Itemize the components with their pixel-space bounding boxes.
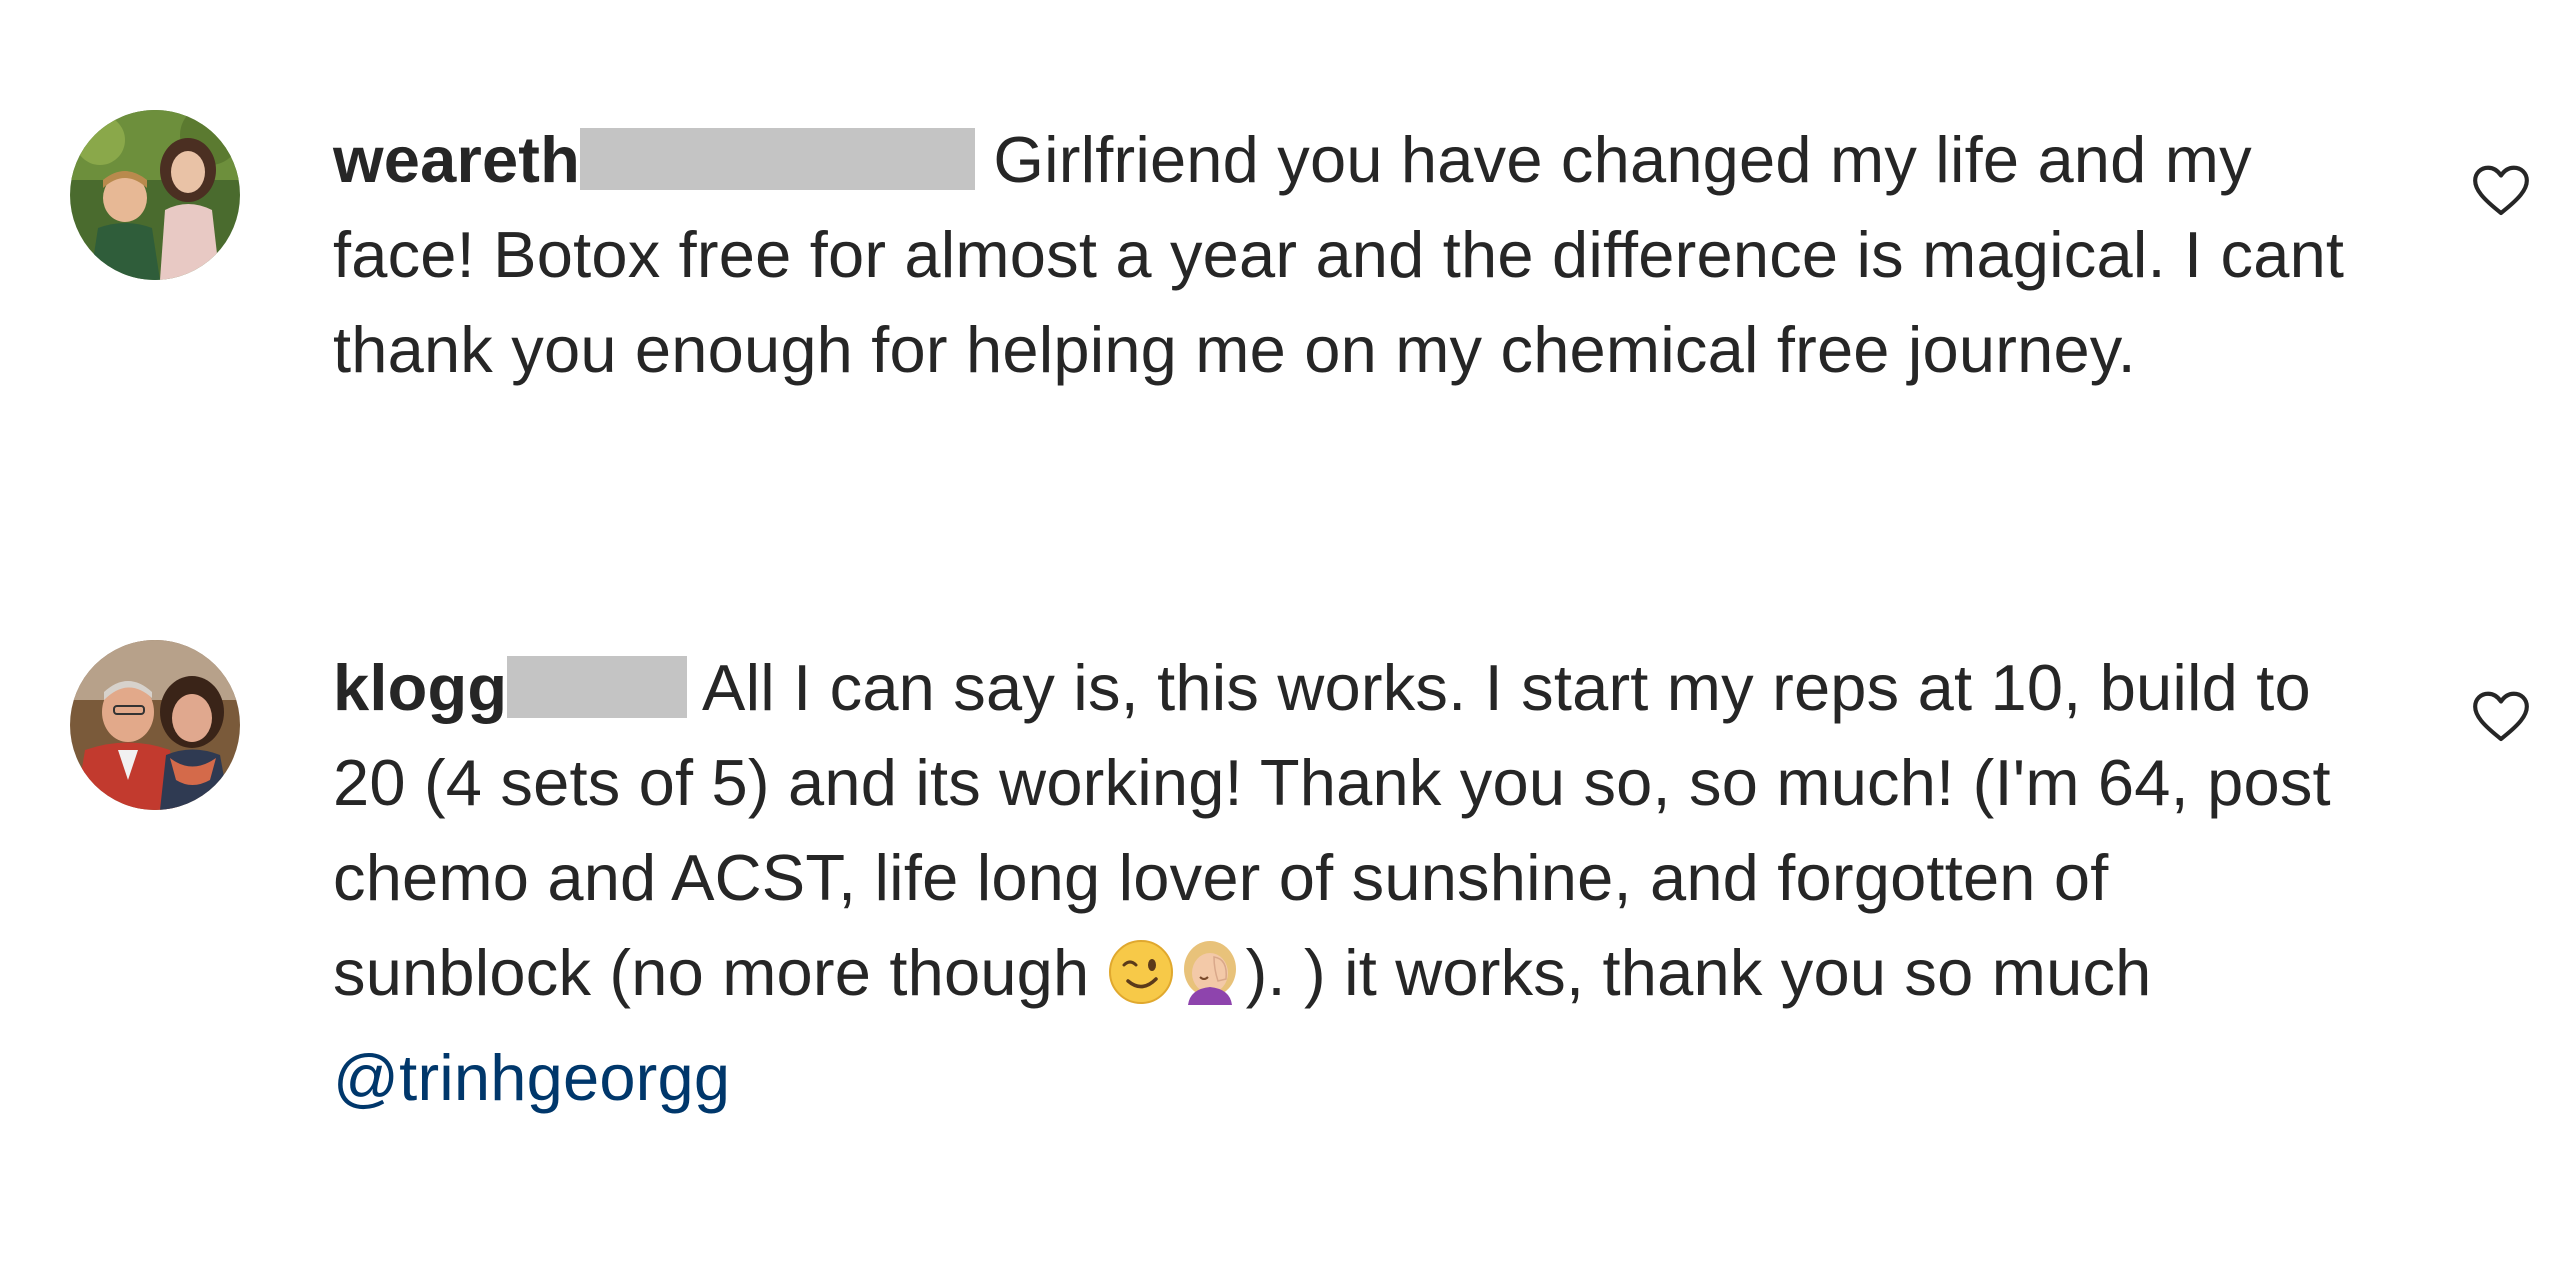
comment-text: weareth Girlfriend you have changed my l… <box>333 112 2373 397</box>
like-button[interactable] <box>2470 160 2532 222</box>
comment-username[interactable]: weareth <box>333 123 580 196</box>
redacted-block <box>580 128 976 190</box>
heart-outline-icon <box>2473 691 2529 742</box>
avatar-photo <box>70 110 240 280</box>
comment-text: klogg All I can say is, this works. I st… <box>333 640 2373 1125</box>
avatar[interactable] <box>70 640 240 810</box>
winking-face-emoji <box>1108 935 1174 1030</box>
woman-facepalming-emoji <box>1174 935 1246 1030</box>
comment-username[interactable]: klogg <box>333 651 507 724</box>
avatar[interactable] <box>70 110 240 280</box>
heart-outline-icon <box>2473 165 2529 216</box>
avatar-photo <box>70 640 240 810</box>
like-button[interactable] <box>2470 686 2532 748</box>
redacted-block <box>507 656 688 718</box>
mention-link[interactable]: @trinhgeorgg <box>333 1041 730 1114</box>
comment-body-continued: ). ) it works, thank you so much <box>1245 936 2152 1009</box>
